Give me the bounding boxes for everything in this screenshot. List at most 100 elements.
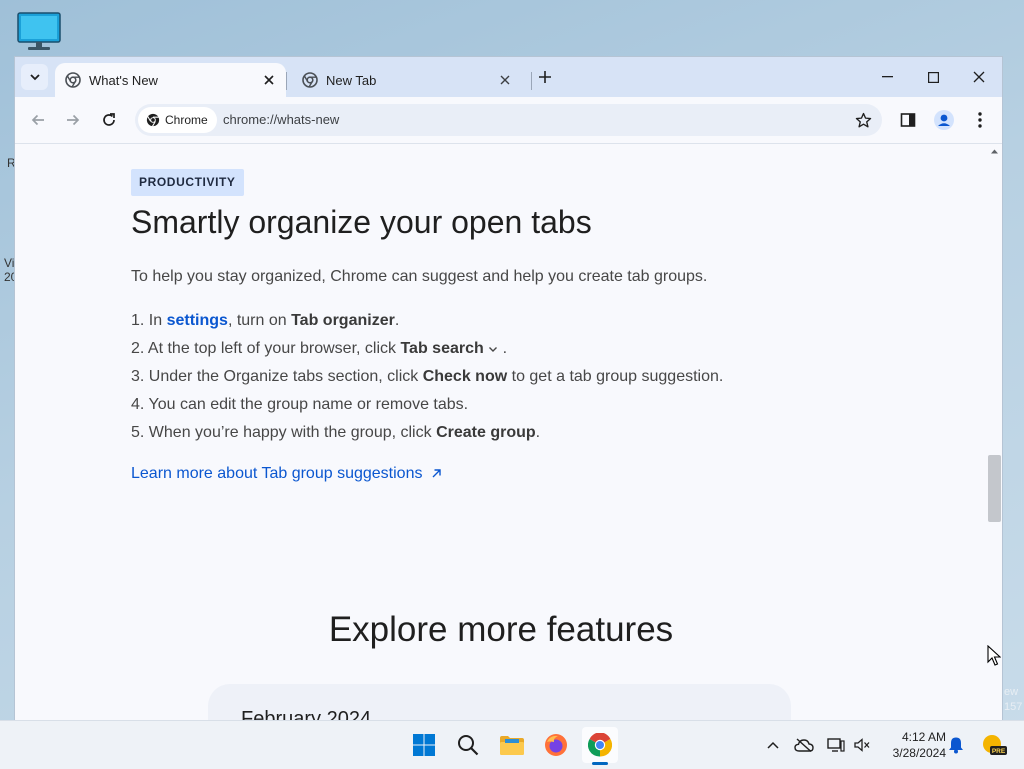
folder-icon bbox=[500, 736, 524, 755]
tab-title: What's New bbox=[89, 72, 158, 88]
chevron-down-icon bbox=[489, 346, 498, 352]
minimize-icon bbox=[881, 76, 893, 78]
show-hidden-icons-button[interactable] bbox=[762, 733, 784, 757]
chrome-taskbar-button[interactable] bbox=[582, 727, 618, 763]
step-text: At the top left of your browser, click bbox=[147, 340, 401, 357]
maximize-icon bbox=[927, 71, 939, 83]
bookmark-star-icon[interactable] bbox=[852, 109, 874, 131]
search-icon bbox=[458, 735, 479, 756]
tab-search-button[interactable] bbox=[21, 64, 48, 90]
side-panel-button[interactable] bbox=[895, 107, 921, 133]
scroll-up-arrow-icon[interactable] bbox=[990, 147, 999, 156]
site-info-label: Chrome bbox=[165, 113, 208, 127]
search-button[interactable] bbox=[450, 727, 486, 763]
firefox-button[interactable] bbox=[538, 727, 574, 763]
step-bold-text: Check now bbox=[422, 368, 508, 385]
learn-more-label: Learn more about Tab group suggestions bbox=[131, 465, 423, 482]
chrome-logo-icon bbox=[146, 113, 160, 127]
maximize-button[interactable] bbox=[910, 57, 956, 97]
arrow-right-icon bbox=[67, 114, 80, 126]
close-icon bbox=[973, 71, 985, 83]
more-vertical-icon bbox=[978, 112, 982, 128]
tab-whats-new[interactable]: What's New bbox=[55, 63, 286, 97]
desktop-label-fragment: Vi bbox=[4, 256, 15, 270]
steps-list: 1. In settings, turn on Tab organizer. 2… bbox=[131, 307, 723, 447]
close-window-button[interactable] bbox=[956, 57, 1002, 97]
desktop-label-fragment: 157 bbox=[1004, 701, 1023, 713]
menu-button[interactable] bbox=[967, 107, 993, 133]
profile-button[interactable] bbox=[931, 107, 957, 133]
plus-icon bbox=[539, 71, 551, 83]
chevron-down-icon bbox=[29, 74, 40, 81]
tab-separator bbox=[286, 72, 287, 90]
step-item: 5. When you’re happy with the group, cli… bbox=[131, 419, 723, 447]
system-clock[interactable]: 4:12 AM 3/28/2024 bbox=[880, 729, 946, 761]
clock-date: 3/28/2024 bbox=[892, 746, 946, 760]
step-bold-text: Tab search bbox=[400, 340, 484, 357]
chrome-icon bbox=[588, 733, 612, 757]
display-tray-icon[interactable] bbox=[825, 733, 847, 757]
address-bar[interactable]: Chrome chrome://whats-new bbox=[135, 104, 882, 136]
avatar-icon bbox=[934, 110, 954, 130]
weather-badge-text: PRE bbox=[992, 748, 1006, 755]
step-text: . bbox=[535, 424, 541, 441]
step-item: 4. You can edit the group name or remove… bbox=[131, 391, 723, 419]
page-scrollbar[interactable] bbox=[987, 144, 1002, 720]
chevron-up-icon bbox=[767, 741, 779, 749]
explore-heading: Explore more features bbox=[328, 610, 674, 649]
arrow-left-icon bbox=[31, 114, 44, 126]
chrome-favicon-icon bbox=[65, 72, 81, 88]
close-tab-icon[interactable] bbox=[496, 71, 514, 89]
active-app-indicator bbox=[592, 762, 608, 765]
forward-button[interactable] bbox=[60, 107, 86, 133]
close-tab-icon[interactable] bbox=[260, 71, 278, 89]
step-item: 2. At the top left of your browser, clic… bbox=[131, 335, 723, 363]
onedrive-tray-icon[interactable] bbox=[793, 733, 815, 757]
site-info-chip[interactable]: Chrome bbox=[138, 107, 217, 133]
tab-new-tab[interactable]: New Tab bbox=[292, 63, 522, 97]
desktop-computer-icon[interactable] bbox=[17, 12, 61, 52]
minimize-button[interactable] bbox=[864, 57, 910, 97]
step-bold-text: Tab organizer bbox=[291, 312, 395, 329]
url-text[interactable]: chrome://whats-new bbox=[223, 104, 339, 136]
step-text: Under the Organize tabs section, click bbox=[148, 368, 423, 385]
settings-link[interactable]: settings bbox=[167, 312, 228, 329]
windows-logo-icon bbox=[413, 734, 435, 756]
step-text: . bbox=[498, 340, 508, 357]
back-button[interactable] bbox=[25, 107, 51, 133]
file-explorer-button[interactable] bbox=[494, 727, 530, 763]
category-badge: PRODUCTIVITY bbox=[131, 169, 244, 196]
step-number: 1. bbox=[131, 312, 145, 329]
step-item: 1. In settings, turn on Tab organizer. bbox=[131, 307, 723, 335]
step-text: . bbox=[394, 312, 400, 329]
step-number: 4. bbox=[131, 396, 145, 413]
step-text: , turn on bbox=[227, 312, 292, 329]
clock-time: 4:12 AM bbox=[901, 730, 946, 744]
tab-strip: What's New New Tab bbox=[15, 57, 1002, 97]
feature-intro: To help you stay organized, Chrome can s… bbox=[131, 268, 708, 285]
step-bold-text: Create group bbox=[436, 424, 536, 441]
learn-more-link[interactable]: Learn more about Tab group suggestions bbox=[131, 465, 442, 483]
release-card-title: February 2024 bbox=[241, 708, 372, 720]
step-item: 3. Under the Organize tabs section, clic… bbox=[131, 363, 723, 391]
tab-separator bbox=[531, 72, 532, 90]
reload-button[interactable] bbox=[96, 107, 122, 133]
scroll-thumb[interactable] bbox=[988, 455, 1001, 522]
taskbar: 4:12 AM 3/28/2024 PRE bbox=[0, 720, 1024, 769]
reload-icon bbox=[103, 113, 115, 126]
weather-widget-icon[interactable]: PRE bbox=[979, 733, 1009, 757]
step-text: In bbox=[148, 312, 167, 329]
release-card: February 2024 bbox=[208, 684, 791, 720]
page-content: PRODUCTIVITY Smartly organize your open … bbox=[15, 144, 987, 720]
feature-heading: Smartly organize your open tabs bbox=[131, 204, 592, 240]
start-button[interactable] bbox=[406, 727, 442, 763]
step-text: to get a tab group suggestion. bbox=[507, 368, 724, 385]
notifications-bell-icon[interactable] bbox=[945, 733, 967, 757]
step-number: 3. bbox=[131, 368, 145, 385]
volume-muted-icon[interactable] bbox=[851, 733, 873, 757]
mouse-cursor-icon bbox=[987, 645, 1001, 666]
step-number: 5. bbox=[131, 424, 145, 441]
tab-title: New Tab bbox=[326, 72, 377, 88]
browser-window: What's New New Tab Chrome chrome://whats… bbox=[15, 57, 1002, 720]
new-tab-button[interactable] bbox=[533, 65, 557, 89]
